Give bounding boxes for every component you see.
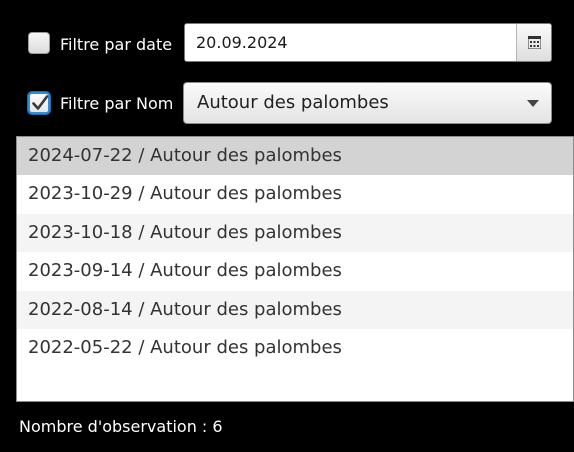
name-filter-label: Filtre par Nom — [60, 94, 174, 113]
list-item[interactable]: 2022-08-14 / Autour des palombes — [17, 291, 573, 329]
observation-list[interactable]: 2024-07-22 / Autour des palombes 2023-10… — [16, 136, 574, 402]
date-picker[interactable] — [184, 23, 552, 62]
calendar-icon — [528, 36, 541, 49]
observation-count: Nombre d'observation : 6 — [19, 417, 223, 436]
date-filter-checkbox[interactable] — [28, 32, 50, 54]
list-item[interactable]: 2023-10-18 / Autour des palombes — [17, 214, 573, 252]
date-input[interactable] — [185, 24, 516, 61]
list-item[interactable]: 2024-07-22 / Autour des palombes — [17, 137, 573, 175]
list-item[interactable]: 2023-09-14 / Autour des palombes — [17, 252, 573, 290]
name-filter-checkbox[interactable] — [28, 92, 50, 114]
name-combo-box[interactable]: Autour des palombes — [183, 82, 552, 124]
list-item[interactable]: 2022-05-22 / Autour des palombes — [17, 329, 573, 367]
list-item[interactable]: 2023-10-29 / Autour des palombes — [17, 175, 573, 213]
chevron-down-icon — [527, 100, 539, 107]
date-filter-label: Filtre par date — [60, 35, 173, 54]
checkmark-icon — [32, 95, 49, 110]
calendar-button[interactable] — [516, 24, 551, 61]
combo-selected-value: Autour des palombes — [197, 92, 389, 113]
